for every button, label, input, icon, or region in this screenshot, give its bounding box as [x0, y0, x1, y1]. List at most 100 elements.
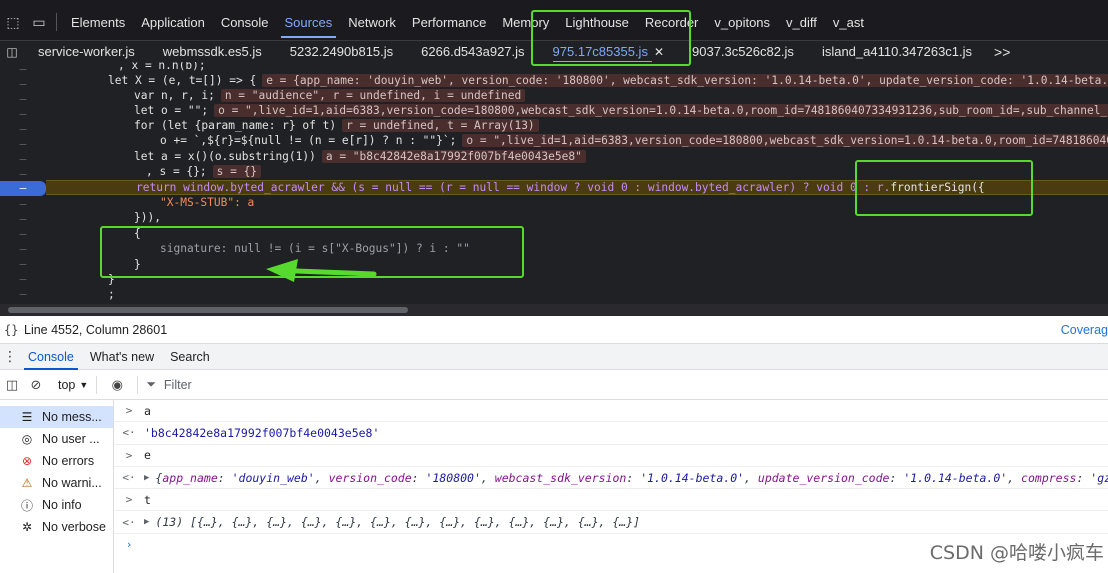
gutter-marker[interactable]: –	[0, 287, 46, 302]
error-icon: ⊗	[21, 454, 33, 468]
expand-triangle-icon[interactable]: ▶	[144, 517, 149, 527]
console-input: a	[144, 403, 151, 418]
devtools-panel-bar: ⬚ ▭ Elements Application Console Sources…	[0, 0, 1108, 44]
gutter-marker[interactable]: –	[0, 272, 46, 287]
drawer-tab-search[interactable]: Search	[162, 344, 218, 370]
tab-sources[interactable]: Sources	[277, 0, 341, 44]
tab-lighthouse[interactable]: Lighthouse	[557, 0, 637, 44]
tab-v-diff[interactable]: v_diff	[778, 0, 825, 44]
gutter-marker[interactable]: –	[0, 77, 46, 92]
filter-input[interactable]: ⏷ Filter	[146, 377, 191, 392]
gutter-marker[interactable]: –	[0, 197, 46, 212]
user-icon: ◎	[21, 432, 33, 446]
gutter-marker[interactable]: –	[0, 107, 46, 122]
console-input-row: > t	[114, 489, 1108, 512]
inline-value: e = {app_name: 'douyin_web', version_cod…	[262, 74, 1108, 87]
file-tab-service-worker[interactable]: service-worker.js	[24, 41, 149, 63]
result-chevron-icon: <·	[122, 426, 136, 440]
filter-placeholder: Filter	[163, 377, 192, 392]
sidebar-item-label: No user ...	[42, 432, 100, 446]
tab-application[interactable]: Application	[133, 0, 213, 44]
inspect-element-icon[interactable]: ⬚	[0, 0, 26, 44]
context-selector[interactable]: top ▼	[58, 378, 88, 392]
file-tab-975[interactable]: 975.17c85355.js ✕	[539, 41, 678, 63]
sidebar-item-label: No verbose	[42, 520, 106, 534]
sidebar-item-info[interactable]: ⓘ No info	[0, 494, 113, 516]
tab-memory[interactable]: Memory	[494, 0, 557, 44]
tab-performance[interactable]: Performance	[404, 0, 494, 44]
eye-icon[interactable]: ◉	[105, 377, 129, 393]
inline-value: o = ",live_id=1,aid=6383,version_code=18…	[214, 104, 1108, 117]
inline-value: n = "audience", r = undefined, i = undef…	[220, 89, 526, 102]
sidebar-item-verbose[interactable]: ✲ No verbose	[0, 516, 113, 538]
drawer-tab-console[interactable]: Console	[20, 344, 82, 370]
source-file-tabs: ◫ service-worker.js webmssdk.es5.js 5232…	[0, 40, 1108, 63]
code-line: , x = n.n(b);	[118, 62, 206, 72]
pretty-print-icon[interactable]: {}	[4, 323, 24, 337]
inline-value: o = ",live_id=1,aid=6383,version_code=18…	[462, 134, 1108, 147]
tab-v-ast[interactable]: v_ast	[825, 0, 872, 44]
file-tab-island[interactable]: island_a4110.347263c1.js	[808, 41, 986, 63]
close-icon[interactable]: ✕	[654, 45, 664, 59]
expand-triangle-icon[interactable]: ▶	[144, 473, 149, 483]
gutter-marker[interactable]: –	[0, 242, 46, 257]
console-result: 'b8c42842e8a17992f007bf4e0043e5e8'	[144, 425, 380, 440]
gutter-marker[interactable]: –	[0, 152, 46, 167]
sidebar-item-label: No errors	[42, 454, 95, 468]
code-line: }	[108, 273, 115, 286]
gutter-marker[interactable]: –	[0, 167, 46, 182]
list-icon: ☰	[21, 410, 33, 424]
prompt-chevron-icon: ›	[125, 538, 133, 552]
console-object-preview[interactable]: {app_name: 'douyin_web', version_code: '…	[155, 471, 1108, 485]
console-input: e	[144, 448, 151, 463]
breakpoint-marker[interactable]: –	[0, 181, 46, 196]
gutter-marker[interactable]: –	[0, 212, 46, 227]
more-tabs-button[interactable]: >>	[986, 41, 1018, 63]
scrollbar-thumb[interactable]	[8, 307, 408, 313]
tab-elements[interactable]: Elements	[63, 0, 133, 44]
gutter-marker[interactable]: –	[0, 62, 46, 77]
gutter-marker[interactable]: –	[0, 92, 46, 107]
sidebar-item-warnings[interactable]: ⚠ No warni...	[0, 472, 113, 494]
clear-console-icon[interactable]: ⊘	[24, 377, 48, 393]
gutter-marker[interactable]: –	[0, 122, 46, 137]
drawer-tab-whats-new[interactable]: What's new	[82, 344, 162, 370]
file-tab-6266[interactable]: 6266.d543a927.js	[407, 41, 538, 63]
code-line: var n, r, i; n = "audience", r = undefine…	[134, 88, 526, 103]
sidebar-item-label: No mess...	[42, 410, 102, 424]
result-chevron-icon: <·	[122, 515, 136, 529]
file-tab-9037[interactable]: 9037.3c526c82.js	[678, 41, 808, 63]
info-icon: ⓘ	[20, 498, 33, 513]
line-gutter[interactable]: – – – – – – – – – – – – – – – –	[0, 62, 46, 304]
sidebar-item-user-messages[interactable]: ◎ No user ...	[0, 428, 113, 450]
navigator-toggle-icon[interactable]: ◫	[0, 41, 24, 63]
sidebar-toggle-icon[interactable]: ◫	[0, 377, 24, 393]
console-toolbar: ◫ ⊘ top ▼ ◉ ⏷ Filter	[0, 370, 1108, 400]
tab-v-opitons[interactable]: v_opitons	[706, 0, 778, 44]
code-editor[interactable]: – – – – – – – – – – – – – – – – , x = n.…	[0, 62, 1108, 304]
file-tab-webmssdk[interactable]: webmssdk.es5.js	[149, 41, 276, 63]
console-array-preview[interactable]: (13) [{…}, {…}, {…}, {…}, {…}, {…}, {…},…	[155, 515, 640, 529]
code-line-paused: return window.byted_acrawler && (s = nul…	[136, 181, 985, 194]
sidebar-item-errors[interactable]: ⊗ No errors	[0, 450, 113, 472]
console-result-row[interactable]: <· ▶ (13) [{…}, {…}, {…}, {…}, {…}, {…}, {…	[114, 511, 1108, 534]
sidebar-item-messages[interactable]: ☰ No mess...	[0, 406, 113, 428]
code-line: ;	[108, 288, 115, 301]
inline-value: s = {}	[212, 165, 262, 178]
tab-console[interactable]: Console	[213, 0, 277, 44]
gutter-marker[interactable]: –	[0, 257, 46, 272]
sidebar-item-label: No info	[42, 498, 82, 512]
console-result-row[interactable]: <· ▶ {app_name: 'douyin_web', version_code…	[114, 467, 1108, 490]
inline-value: r = undefined, t = Array(13)	[342, 119, 539, 132]
file-tab-5232[interactable]: 5232.2490b815.js	[276, 41, 407, 63]
tab-recorder[interactable]: Recorder	[637, 0, 706, 44]
coverage-link[interactable]: Coverag	[1061, 323, 1108, 337]
gutter-marker[interactable]: –	[0, 137, 46, 152]
gutter-marker[interactable]: –	[0, 227, 46, 242]
more-options-icon[interactable]: ⋮	[0, 348, 20, 365]
code-line: {	[134, 227, 141, 240]
filter-icon: ⏷	[146, 377, 156, 391]
tab-network[interactable]: Network	[340, 0, 404, 44]
horizontal-scrollbar[interactable]	[0, 304, 1108, 316]
device-toolbar-icon[interactable]: ▭	[26, 0, 52, 44]
